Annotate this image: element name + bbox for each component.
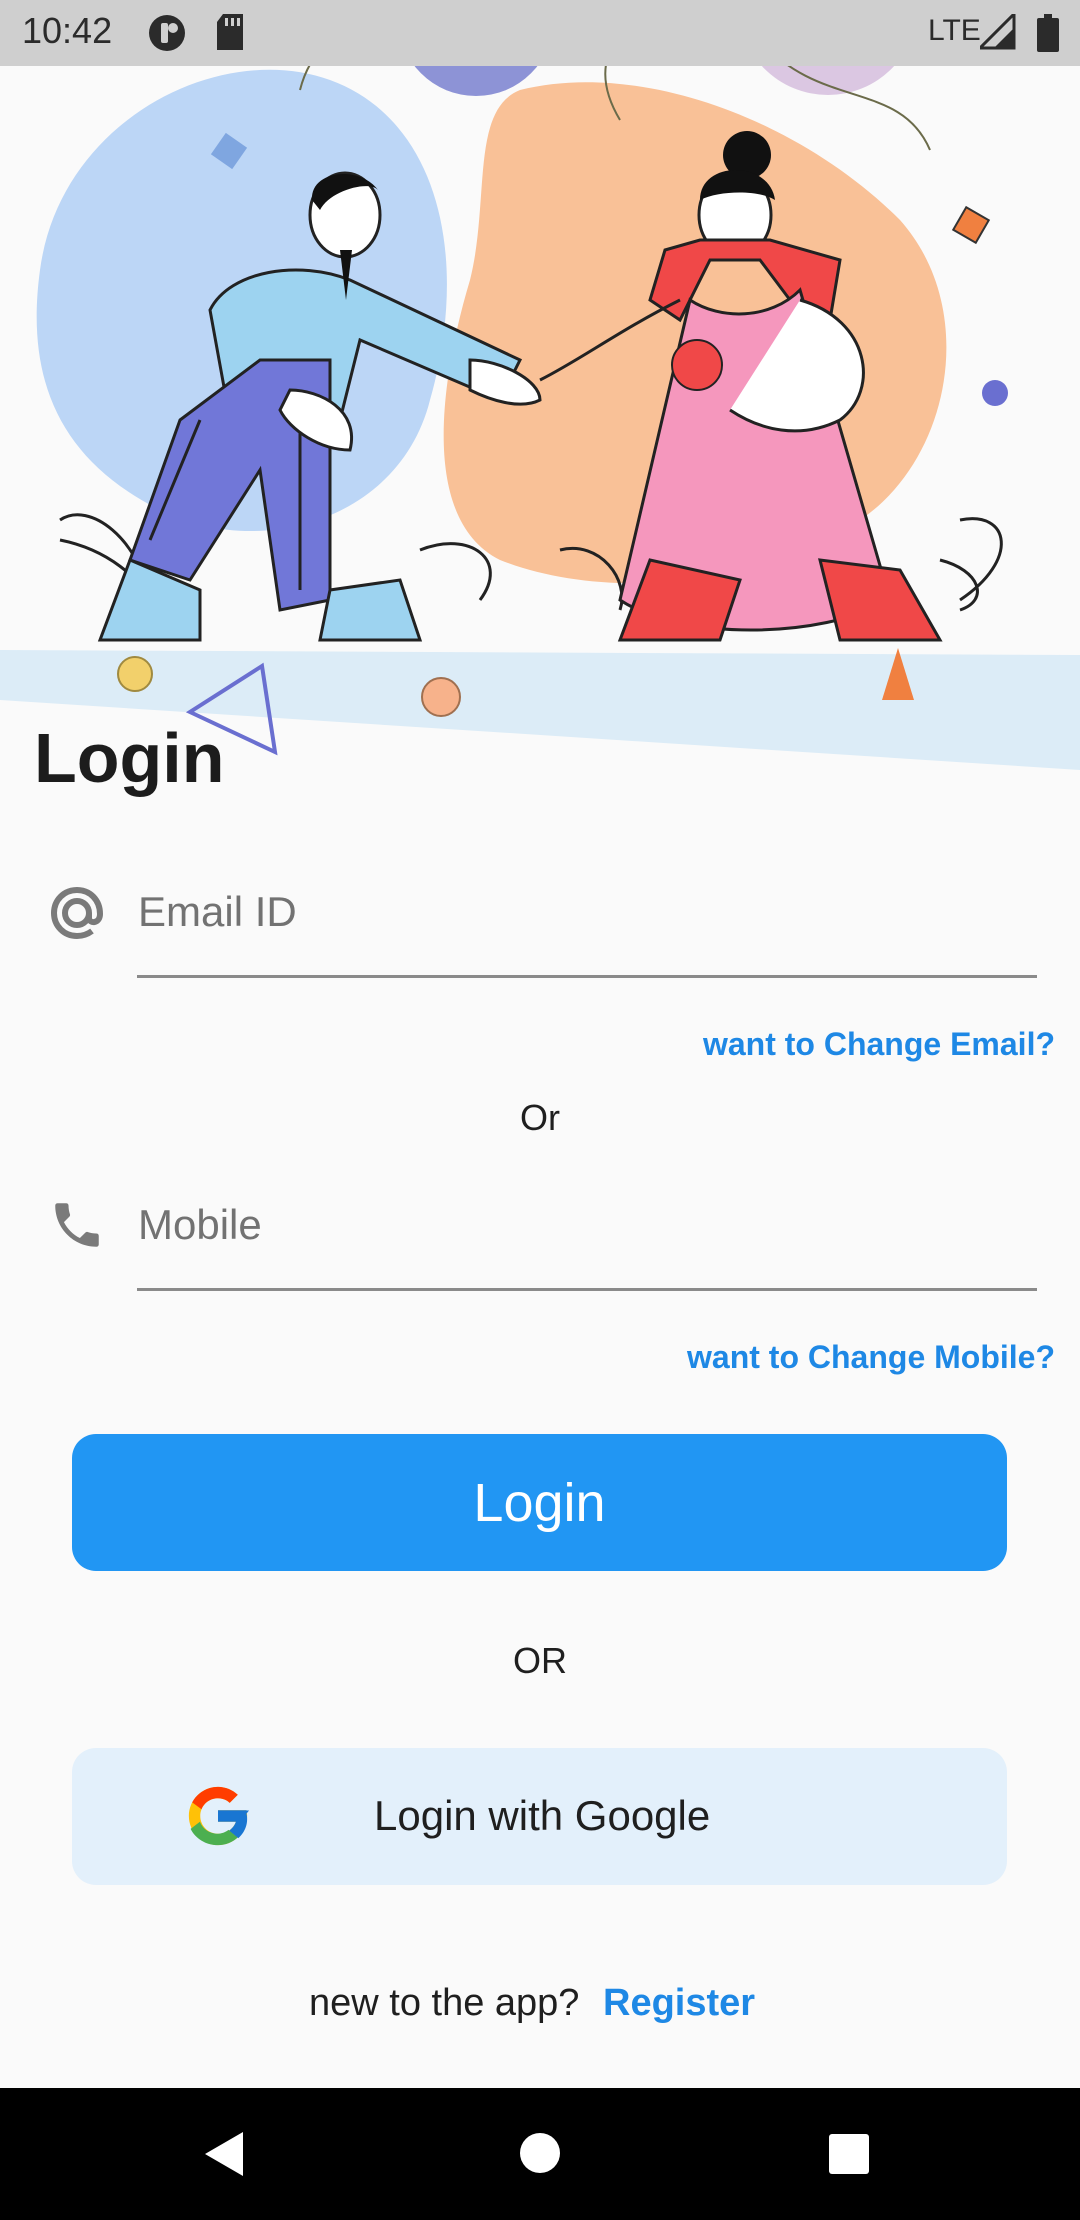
signal-icon: [980, 14, 1016, 50]
mobile-underline: [137, 1288, 1037, 1291]
login-button[interactable]: Login: [72, 1434, 1007, 1571]
email-underline: [137, 975, 1037, 978]
page-title: Login: [34, 719, 225, 797]
recents-icon[interactable]: [829, 2134, 869, 2174]
google-login-label: Login with Google: [374, 1792, 711, 1839]
phone-icon: [55, 1203, 99, 1247]
change-email-link[interactable]: want to Change Email?: [703, 1026, 1055, 1063]
email-input[interactable]: [138, 882, 1018, 942]
or-divider-small: Or: [520, 1097, 560, 1138]
sd-card-icon: [217, 14, 243, 50]
mobile-input[interactable]: [138, 1195, 1018, 1255]
status-bar: 10:42 LTE: [0, 0, 1080, 66]
at-icon: [50, 886, 104, 940]
battery-icon: [1037, 14, 1059, 52]
hero-illustration: [0, 0, 1080, 770]
change-mobile-link[interactable]: want to Change Mobile?: [687, 1339, 1055, 1376]
register-link[interactable]: Register: [603, 1982, 755, 2025]
navigation-bar: [0, 2088, 1080, 2220]
new-user-prompt: new to the app?: [309, 1982, 580, 2024]
home-icon[interactable]: [519, 2132, 561, 2174]
network-type: LTE: [928, 14, 981, 47]
app-notification-icon: [149, 15, 185, 51]
google-logo-icon: [188, 1786, 250, 1846]
or-divider-caps: OR: [513, 1640, 567, 1681]
status-time: 10:42: [22, 10, 113, 51]
back-icon[interactable]: [205, 2132, 245, 2176]
